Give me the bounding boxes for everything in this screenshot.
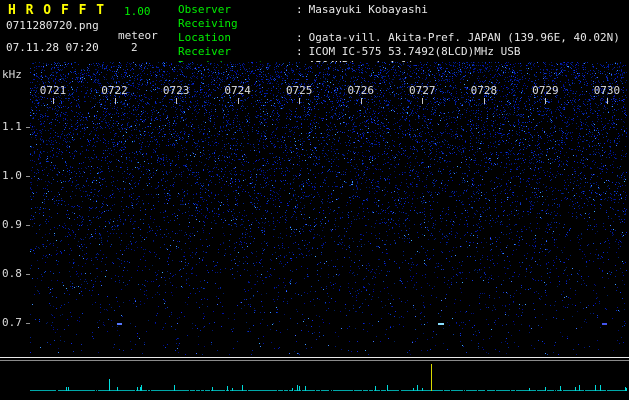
khz-unit-label: kHz [2,68,22,81]
time-tick-label: 0722 [99,84,131,97]
mode-label: meteor [118,29,158,42]
freq-tick-mark [26,225,30,226]
time-tick-mark [299,98,300,104]
spectrogram-canvas [30,62,627,355]
time-tick-mark [422,98,423,104]
time-tick-label: 0721 [37,84,69,97]
freq-tick-label: 1.0 [2,169,22,182]
datetime-label: 07.11.28 07:20 [6,41,99,54]
app-title: H R O F F T [8,3,105,18]
info-separator: : [296,31,303,44]
time-tick-mark [238,98,239,104]
freq-tick-label: 0.8 [2,267,22,280]
freq-tick-label: 0.9 [2,218,22,231]
time-tick-mark [53,98,54,104]
freq-tick-mark [26,176,30,177]
hrofft-window: H R O F F T 1.00 0711280720.png meteor 0… [0,0,629,400]
time-tick-label: 0726 [345,84,377,97]
freq-tick-label: 1.1 [2,120,22,133]
freq-tick-mark [26,274,30,275]
info-separator: : [296,3,303,16]
freq-tick-label: 0.7 [2,316,22,329]
filename-label: 0711280720.png [6,19,99,32]
info-label: Receiver [178,45,296,59]
time-tick-mark [176,98,177,104]
info-separator: : [296,45,303,58]
time-tick-label: 0729 [529,84,561,97]
info-row: Receiving Location: Ogata-vill. Akita-Pre… [178,17,620,45]
time-tick-mark [607,98,608,104]
time-tick-label: 0725 [283,84,315,97]
time-tick-mark [115,98,116,104]
app-version: 1.00 [124,5,151,18]
info-label: Observer [178,3,296,17]
info-value: ICOM IC-575 53.7492(8LCD)MHz USB [303,45,521,58]
info-value: Ogata-vill. Akita-Pref. JAPAN (139.96E, … [303,31,620,44]
info-label: Receiving Location [178,17,296,45]
meteor-count: 2 [131,41,138,54]
time-tick-mark [484,98,485,104]
time-tick-label: 0728 [468,84,500,97]
info-row: Observer: Masayuki Kobayashi [178,3,620,17]
time-tick-label: 0727 [406,84,438,97]
time-tick-mark [545,98,546,104]
time-tick-mark [361,98,362,104]
time-tick-label: 0730 [591,84,623,97]
freq-tick-mark [26,323,30,324]
info-value: Masayuki Kobayashi [303,3,428,16]
info-row: Receiver: ICOM IC-575 53.7492(8LCD)MHz US… [178,45,620,59]
time-tick-label: 0723 [160,84,192,97]
freq-tick-mark [26,127,30,128]
level-graph-canvas [0,357,629,397]
time-tick-label: 0724 [222,84,254,97]
